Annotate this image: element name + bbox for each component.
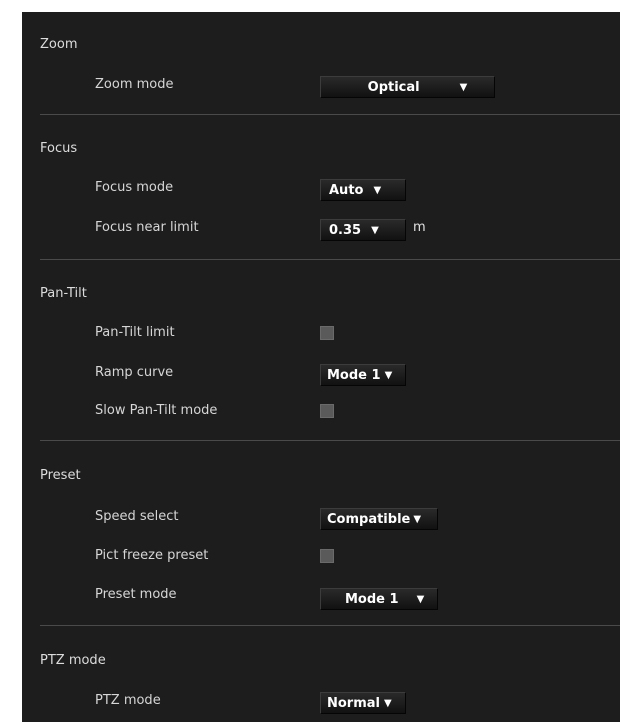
preset-mode-label: Preset mode: [95, 587, 177, 602]
preset-mode-select[interactable]: Mode 1 ▼: [320, 588, 438, 610]
pict-freeze-preset-label: Pict freeze preset: [95, 548, 209, 563]
section-divider: [40, 440, 620, 441]
zoom-section-title: Zoom: [40, 37, 78, 52]
pan-tilt-limit-checkbox[interactable]: [320, 326, 334, 340]
preset-section-title: Preset: [40, 468, 81, 483]
section-divider: [40, 114, 620, 115]
zoom-mode-select[interactable]: Optical ▼: [320, 76, 495, 98]
pan-tilt-limit-label: Pan-Tilt limit: [95, 325, 175, 340]
pan-tilt-section-title: Pan-Tilt: [40, 286, 87, 301]
chevron-down-icon: ▼: [413, 513, 422, 525]
ramp-curve-value: Mode 1: [327, 367, 381, 383]
chevron-down-icon: ▼: [459, 81, 468, 93]
chevron-down-icon: ▼: [373, 184, 382, 196]
ramp-curve-label: Ramp curve: [95, 365, 174, 380]
focus-section-title: Focus: [40, 141, 78, 156]
slow-pan-tilt-mode-checkbox[interactable]: [320, 404, 334, 418]
zoom-mode-label: Zoom mode: [95, 77, 174, 92]
ptz-settings-panel: Zoom Zoom mode Optical ▼ Focus Focus mod…: [22, 12, 620, 722]
focus-near-limit-label: Focus near limit: [95, 220, 199, 235]
speed-select-select[interactable]: Compatible ▼: [320, 508, 438, 530]
speed-select-value: Compatible: [327, 511, 411, 527]
chevron-down-icon: ▼: [416, 593, 425, 605]
preset-mode-value: Mode 1: [345, 591, 399, 607]
section-divider: [40, 625, 620, 626]
ptz-mode-select[interactable]: Normal ▼: [320, 692, 406, 714]
slow-pan-tilt-mode-label: Slow Pan-Tilt mode: [95, 403, 218, 418]
chevron-down-icon: ▼: [384, 697, 392, 709]
focus-mode-value: Auto: [329, 182, 364, 198]
section-divider: [40, 259, 620, 260]
focus-mode-label: Focus mode: [95, 180, 174, 195]
chevron-down-icon: ▼: [384, 369, 393, 381]
ramp-curve-select[interactable]: Mode 1 ▼: [320, 364, 406, 386]
focus-near-limit-value: 0.35: [329, 222, 362, 238]
ptz-mode-section-title: PTZ mode: [40, 653, 106, 668]
chevron-down-icon: ▼: [371, 224, 379, 236]
focus-mode-select[interactable]: Auto ▼: [320, 179, 406, 201]
pict-freeze-preset-checkbox[interactable]: [320, 549, 334, 563]
focus-near-limit-unit: m: [413, 220, 426, 235]
zoom-mode-value: Optical: [367, 79, 420, 95]
ptz-mode-label: PTZ mode: [95, 693, 161, 708]
speed-select-label: Speed select: [95, 509, 179, 524]
focus-near-limit-select[interactable]: 0.35 ▼: [320, 219, 406, 241]
ptz-mode-value: Normal: [327, 695, 380, 711]
